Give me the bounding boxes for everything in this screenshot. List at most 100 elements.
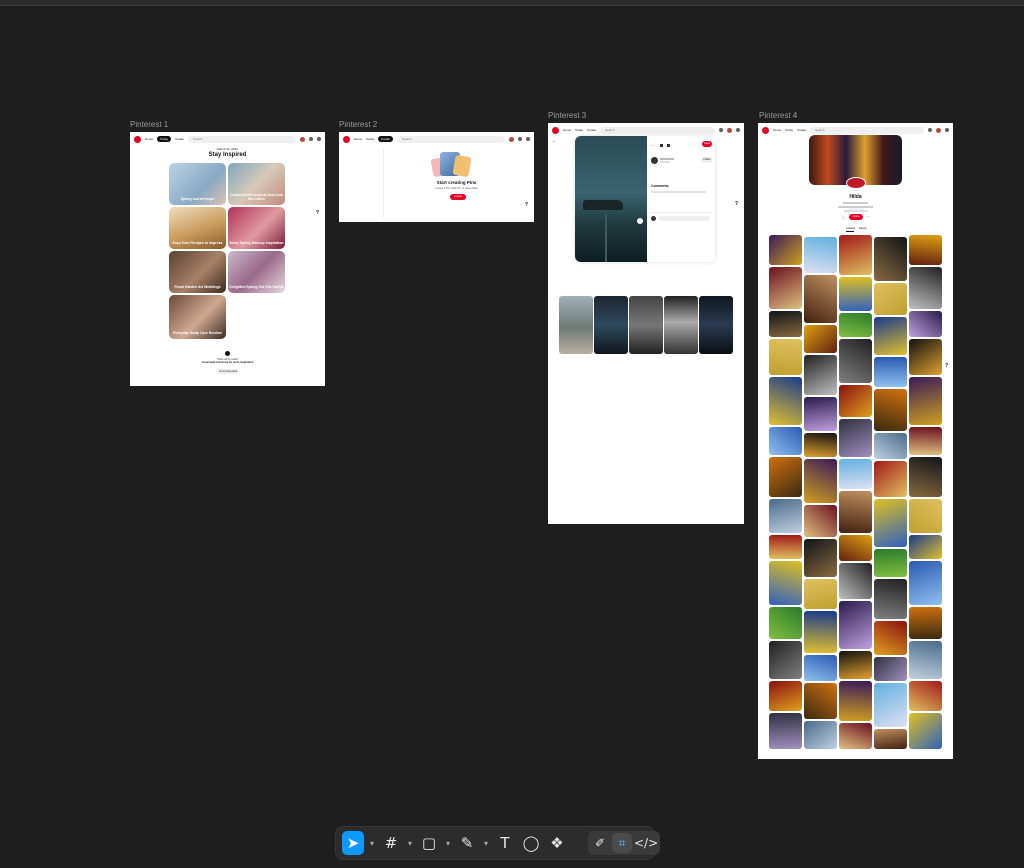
chevron-down-icon[interactable] xyxy=(317,137,321,141)
profile-pin[interactable] xyxy=(874,357,907,387)
profile-pin[interactable] xyxy=(804,237,837,273)
tab-saved[interactable]: Saved xyxy=(859,227,866,230)
nav-today[interactable]: Today xyxy=(575,128,583,132)
profile-pin[interactable] xyxy=(909,427,942,455)
nav-create[interactable]: Create xyxy=(587,128,596,132)
nav-create[interactable]: Create xyxy=(175,137,184,141)
link-icon[interactable] xyxy=(667,144,670,147)
profile-pin[interactable] xyxy=(909,561,942,605)
chevron-down-icon[interactable] xyxy=(945,128,949,132)
profile-pin[interactable] xyxy=(909,641,942,679)
profile-pin[interactable] xyxy=(769,561,802,605)
profile-pin[interactable] xyxy=(874,683,907,727)
profile-pin[interactable] xyxy=(839,339,872,383)
frame-pinterest-2[interactable]: Home Today Create Search Start creating … xyxy=(339,132,534,222)
bell-icon[interactable] xyxy=(309,137,313,141)
profile-pin[interactable] xyxy=(769,235,802,265)
profile-pin[interactable] xyxy=(909,235,942,265)
frame-pinterest-4[interactable]: Home Today Create Search Hilda Follow ··… xyxy=(758,123,953,759)
follow-button[interactable]: Follow xyxy=(701,157,713,163)
profile-pin[interactable] xyxy=(874,433,907,459)
profile-pin[interactable] xyxy=(769,535,802,559)
profile-pin[interactable] xyxy=(909,311,942,337)
profile-pin[interactable] xyxy=(874,579,907,619)
nav-today[interactable]: Today xyxy=(157,136,172,142)
profile-pin[interactable] xyxy=(769,457,802,497)
search-input[interactable]: Search xyxy=(810,126,924,134)
pinterest-logo-icon[interactable] xyxy=(134,135,141,143)
tile-floral-weddings[interactable]: Floral Garden Art Weddings xyxy=(169,251,226,293)
profile-pin[interactable] xyxy=(874,729,907,749)
share-icon[interactable] xyxy=(841,215,846,220)
tile-diy-projects[interactable]: Colourful DIY projects that look like ca… xyxy=(228,163,285,205)
profile-pin[interactable] xyxy=(839,235,872,275)
bell-icon[interactable] xyxy=(719,128,723,132)
chevron-down-icon[interactable] xyxy=(736,128,740,132)
back-arrow-icon[interactable]: ← xyxy=(552,138,557,144)
search-input[interactable]: Search xyxy=(397,135,505,143)
frame-tool-button[interactable]: # xyxy=(380,831,402,855)
profile-pin[interactable] xyxy=(909,339,942,375)
follow-button[interactable]: Follow xyxy=(849,214,863,220)
expand-icon[interactable] xyxy=(637,218,643,224)
bell-icon[interactable] xyxy=(518,137,522,141)
profile-pin[interactable] xyxy=(839,277,872,311)
profile-pin[interactable] xyxy=(769,267,802,309)
creator-avatar[interactable] xyxy=(651,157,658,164)
related-pin[interactable] xyxy=(594,296,628,354)
profile-pin[interactable] xyxy=(909,713,942,749)
nav-create[interactable]: Create xyxy=(378,136,394,142)
profile-pin[interactable] xyxy=(909,681,942,711)
profile-pin[interactable] xyxy=(804,459,837,503)
rectangle-tool-button[interactable]: ▢ xyxy=(418,831,440,855)
help-icon[interactable]: ? xyxy=(735,201,738,207)
profile-pin[interactable] xyxy=(874,317,907,355)
more-icon[interactable]: ··· xyxy=(866,214,870,219)
profile-pin[interactable] xyxy=(909,499,942,533)
design-mode-button[interactable]: ⌗ xyxy=(612,833,632,853)
profile-pin[interactable] xyxy=(839,459,872,489)
nav-home[interactable]: Home xyxy=(354,137,362,141)
home-feed-button[interactable]: Go to home feed xyxy=(216,369,240,374)
nav-today[interactable]: Today xyxy=(785,128,793,132)
bell-icon[interactable] xyxy=(928,128,932,132)
profile-pin[interactable] xyxy=(804,721,837,749)
profile-pin[interactable] xyxy=(804,397,837,431)
profile-pin[interactable] xyxy=(839,681,872,721)
pen-tool-button[interactable]: ✎ xyxy=(456,831,478,855)
search-input[interactable]: Search xyxy=(188,135,296,143)
profile-pin[interactable] xyxy=(804,579,837,609)
tile-keto-recipes[interactable]: Easy Keto Recipes to Impress xyxy=(169,207,226,249)
move-tool-button[interactable]: ➤ xyxy=(342,831,364,855)
chevron-down-icon[interactable]: ▾ xyxy=(406,831,414,855)
more-icon[interactable]: ··· xyxy=(651,143,655,148)
profile-pin[interactable] xyxy=(804,655,837,681)
profile-pin[interactable] xyxy=(769,713,802,749)
profile-pin[interactable] xyxy=(874,237,907,281)
profile-pin[interactable] xyxy=(804,683,837,719)
related-pin[interactable] xyxy=(559,296,593,354)
chevron-down-icon[interactable]: ▾ xyxy=(482,831,490,855)
profile-pin[interactable] xyxy=(769,427,802,455)
profile-pin[interactable] xyxy=(769,641,802,679)
nav-home[interactable]: Home xyxy=(563,128,571,132)
dev-mode-button[interactable]: </> xyxy=(634,833,658,853)
nav-home[interactable]: Home xyxy=(145,137,153,141)
draw-mode-button[interactable]: ✐ xyxy=(590,833,610,853)
profile-pin[interactable] xyxy=(909,377,942,425)
profile-pin[interactable] xyxy=(804,611,837,653)
profile-pin[interactable] xyxy=(804,433,837,457)
tab-created[interactable]: Created xyxy=(846,227,855,230)
save-button[interactable]: Save xyxy=(702,141,712,147)
tile-tea-outfits[interactable]: Delightful Spring Tea Fits Outfits xyxy=(228,251,285,293)
chevron-down-icon[interactable]: ▾ xyxy=(368,831,376,855)
profile-pin[interactable] xyxy=(839,723,872,749)
create-button[interactable]: Create xyxy=(450,194,466,200)
profile-pin[interactable] xyxy=(909,457,942,497)
pinterest-logo-icon[interactable] xyxy=(762,126,769,134)
nav-home[interactable]: Home xyxy=(773,128,781,132)
profile-pin[interactable] xyxy=(839,419,872,457)
profile-pin[interactable] xyxy=(804,275,837,323)
pinterest-logo-icon[interactable] xyxy=(343,135,350,143)
frame-label-pinterest-1[interactable]: Pinterest 1 xyxy=(130,120,168,129)
